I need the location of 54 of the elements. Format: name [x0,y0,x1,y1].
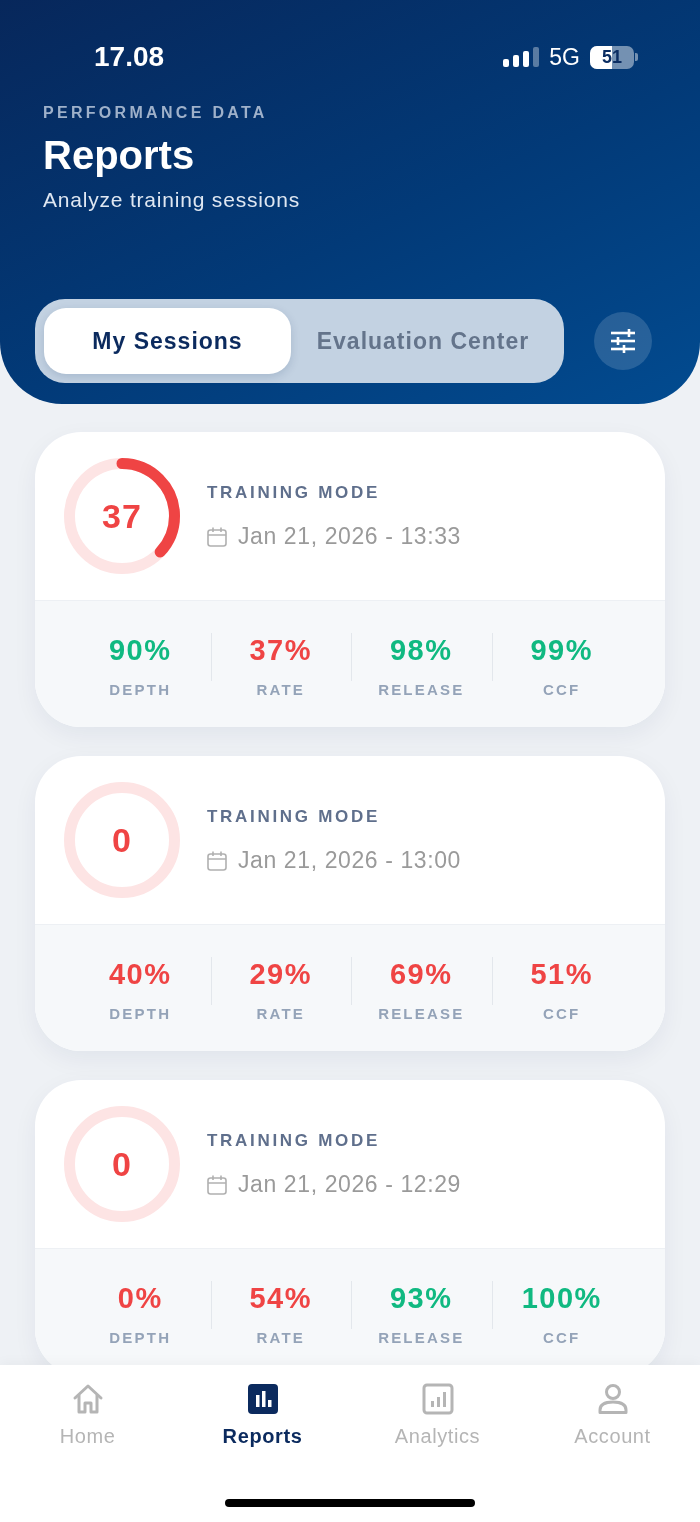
metric-label: RATE [256,1329,305,1347]
score-value: 37 [102,496,142,536]
metric-label: DEPTH [109,1005,172,1023]
network-label: 5G [549,43,580,71]
segment-tab[interactable]: Evaluation Center [291,308,555,374]
mode-label: TRAINING MODE [207,1130,380,1152]
sliders-icon [610,329,636,353]
metric-label: CCF [543,681,581,699]
metric-value: 54% [249,1281,312,1315]
metric-value: 90% [108,633,172,667]
metric-value: 37% [249,633,312,667]
chart-square-icon [421,1383,454,1415]
metric-value: 93% [389,1281,453,1315]
segment-tab[interactable]: My Sessions [44,308,291,374]
metric-value: 40% [108,957,172,991]
battery-percentage: 51 [601,46,623,69]
bar-chart-icon [246,1383,279,1415]
score-value: 0 [112,820,132,860]
section-eyebrow: PERFORMANCE DATA [43,103,268,123]
metric-label: RELEASE [378,1329,465,1347]
metric-label: DEPTH [109,1329,172,1347]
status-time: 17.08 [94,40,165,74]
metric-value: 0% [117,1281,163,1315]
session-date: Jan 21, 2026 - 13:00 [238,847,461,874]
metric-label: RATE [256,681,305,699]
mode-label: TRAINING MODE [207,482,380,504]
mode-label: TRAINING MODE [207,806,380,828]
metric-value: 100% [521,1281,602,1315]
metric-label: RELEASE [378,681,465,699]
signal-icon [503,47,540,67]
calendar-icon [207,850,227,871]
metric-label: CCF [543,1329,581,1347]
metric-label: CCF [543,1005,581,1023]
session-card[interactable]: 0 TRAINING MODE Jan 21, 2026 - 13:00 40% DEPTH 29% RATE 69% RELEASE 51% CCF [35,756,665,1051]
metric-label: DEPTH [109,681,172,699]
metric-label: RELEASE [378,1005,465,1023]
page-subtitle: Analyze training sessions [43,187,300,212]
session-date: Jan 21, 2026 - 13:33 [238,523,461,550]
tab-bar-item[interactable]: Reports [222,1383,303,1448]
metric-value: 51% [530,957,593,991]
calendar-icon [207,1174,227,1195]
metric-label: RATE [256,1005,305,1023]
calendar-icon [207,526,227,547]
metric-value: 99% [530,633,593,667]
session-date: Jan 21, 2026 - 12:29 [238,1171,461,1198]
session-card[interactable]: 0 TRAINING MODE Jan 21, 2026 - 12:29 0% DEPTH 54% RATE 93% RELEASE 100% CCF [35,1080,665,1365]
score-value: 0 [112,1144,132,1184]
home-icon [71,1383,104,1415]
metric-value: 98% [389,633,453,667]
session-card[interactable]: 37 TRAINING MODE Jan 21, 2026 - 13:33 90% DEPTH 37% RATE 98% RELEASE 99% CCF [35,432,665,727]
metric-value: 69% [389,957,453,991]
page-title: Reports [43,132,195,178]
person-icon [596,1383,629,1415]
metric-value: 29% [249,957,312,991]
